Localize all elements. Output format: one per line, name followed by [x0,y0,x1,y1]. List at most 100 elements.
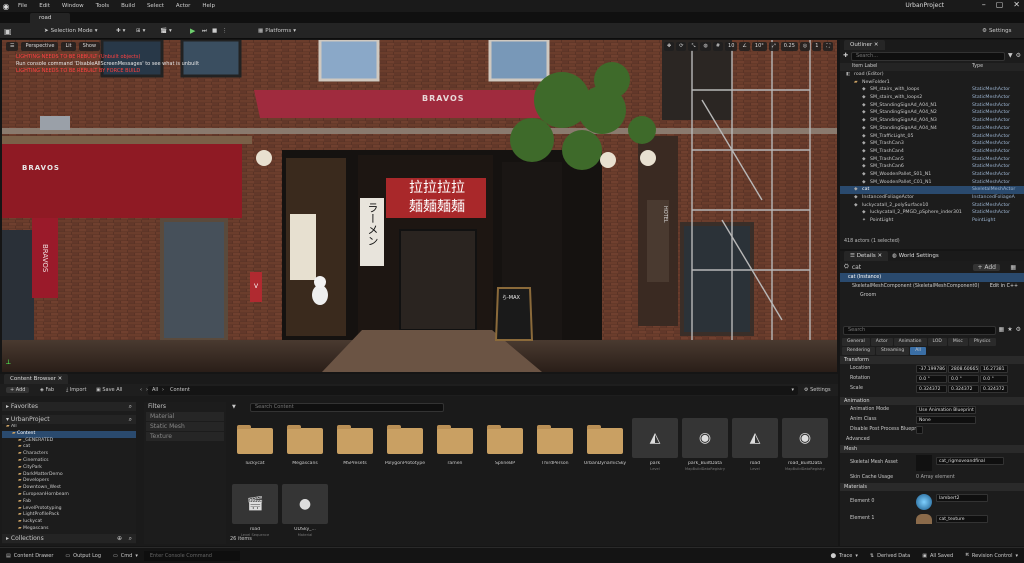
maximize-viewport-icon[interactable]: ⛶ [823,42,833,51]
play-options-icon[interactable]: ⋮ [222,26,228,36]
filter-tab-misc[interactable]: Misc [947,338,968,346]
star-icon[interactable]: ★ [1007,326,1012,335]
actor-name[interactable]: cat [852,264,861,271]
details-settings-icon[interactable]: ⚙ [1016,326,1021,335]
world-settings-tab[interactable]: ◍ World Settings [892,251,939,261]
search-icon[interactable]: ⌕ [129,402,132,411]
content-asset[interactable]: ◉ park_BuiltData MapBuildDataRegistry [682,418,728,471]
content-asset[interactable]: ◭ park Level [632,418,678,471]
groom-row[interactable]: Groom [840,291,1024,300]
scale-z[interactable]: 0.324372 [980,385,1008,393]
mesh-thumbnail[interactable] [916,455,932,471]
mesh-section[interactable]: Mesh [840,445,1024,453]
content-search[interactable]: Search Content [250,403,444,412]
material-sphere-thumbnail[interactable] [916,494,932,510]
minimize-icon[interactable]: – [982,0,986,9]
camera-speed-icon[interactable]: ◎ [799,42,811,51]
outliner-row[interactable]: ◆ SM_WoodenPallet_C01_N1 StaticMeshActor [840,179,1024,187]
grid-view-icon[interactable]: ▦ [999,326,1005,335]
save-all-button[interactable]: ▣ Save All [96,387,122,393]
import-button[interactable]: ⤓ Import [66,387,86,393]
rotation-z[interactable]: 0.0 ° [980,375,1008,383]
anim-class-dropdown[interactable]: None [916,416,976,424]
viewport-menu-icon[interactable]: ☰ [6,41,19,51]
lit-button[interactable]: Lit [61,41,76,51]
instance-row[interactable]: cat (Instance) [840,273,1024,282]
history-chevron-icon[interactable]: ▾ [791,387,794,393]
mode-selector[interactable]: ➤ Selection Mode ▾ [44,26,97,36]
derived-data-button[interactable]: ⇅ Derived Data [864,553,916,559]
content-folder[interactable]: PolygonPrototype [382,418,428,466]
menu-tools[interactable]: Tools [90,3,116,9]
step-icon[interactable]: ⏭ [202,26,207,36]
outliner-row[interactable]: ◆ SM_TrashCan3 StaticMeshActor [840,140,1024,148]
menu-actor[interactable]: Actor [170,3,196,9]
outliner-row[interactable]: ◆ InstancedFoliageActor InstancedFoliageA [840,194,1024,202]
content-asset[interactable]: ◉ road_BuiltData MapBuildDataRegistry [782,418,828,471]
column-type[interactable]: Type [972,63,983,71]
rotation-y[interactable]: 0.0 ° [948,375,979,383]
save-icon[interactable]: ▣ [4,26,12,36]
level-tab[interactable]: road [30,13,70,23]
project-header[interactable]: ▾ UrbanProject ⌕ [2,415,136,424]
filter-material[interactable]: Material [146,412,224,421]
filter-static-mesh[interactable]: Static Mesh [146,422,224,431]
tree-folder-item[interactable]: ▰ Megascans [2,526,136,533]
content-folder[interactable]: ramen [432,418,478,466]
content-drawer-button[interactable]: ▤ Content Drawer [0,553,59,559]
materials-section[interactable]: Materials [840,483,1024,491]
outliner-row[interactable]: ◆ SM_stairs_with_loops StaticMeshActor [840,86,1024,94]
output-log-button[interactable]: ▭ Output Log [59,553,107,559]
advanced-row[interactable]: Advanced [840,435,1024,445]
cinematics-icon[interactable]: 🎬︎ ▾ [160,26,172,36]
play-icon[interactable]: ▶ [190,26,195,36]
trace-button[interactable]: ⬤ Trace ▾ [825,553,864,559]
content-folder[interactable]: ThirdPerson [532,418,578,466]
world-icon[interactable]: ◍ [700,42,711,51]
scale-x[interactable]: 0.324372 [916,385,947,393]
transform-section[interactable]: Transform [840,356,1024,364]
outliner-settings-icon[interactable]: ⚙ [1016,52,1021,61]
outliner-row[interactable]: ◧ road (Editor) [840,71,1024,79]
filter-texture[interactable]: Texture [146,432,224,441]
content-settings-button[interactable]: ⚙ Settings [804,387,831,393]
content-asset[interactable]: ● UDSky_... Material [282,484,328,537]
cat-texture-thumbnail[interactable] [916,514,932,524]
settings-button[interactable]: ⚙ Settings [982,26,1012,36]
add-collection-icon[interactable]: ⊕ [117,534,122,543]
tree-folder-item[interactable]: ▰ All [2,424,136,431]
outliner-row[interactable]: ◆ SM_stairs_with_loops2 StaticMeshActor [840,94,1024,102]
outliner-row[interactable]: ◆ SM_WoodenPallet_S01_N1 StaticMeshActor [840,171,1024,179]
blueprint-add-icon[interactable]: ▦ [1010,264,1016,271]
platforms-button[interactable]: ▦ Platforms ▾ [258,26,296,36]
anim-mode-dropdown[interactable]: Use Animation Blueprint [916,406,976,414]
camera-speed-value[interactable]: 1 [812,42,822,51]
element0-dropdown[interactable]: lambert2 [936,494,988,502]
location-x[interactable]: -37.199786 [916,365,947,373]
tree-folder-item[interactable]: ▰ Cinematics [2,458,136,465]
edit-cpp-link[interactable]: Edit in C++ [990,282,1018,291]
filter-tab-streaming[interactable]: Streaming [875,347,910,355]
outliner-search[interactable]: Search... [851,52,1005,61]
content-folder[interactable]: UrbanDynamicSky [582,418,628,466]
tree-folder-item[interactable]: ▰ Fab [2,499,136,506]
all-saved-button[interactable]: ▣ All Saved [916,553,959,559]
angle-snap-value[interactable]: 10° [751,42,767,51]
tree-folder-item[interactable]: ▰ Characters [2,451,136,458]
tree-folder-item[interactable]: ▰ EuropeanHornbeam [2,492,136,499]
location-label[interactable]: Location [850,366,870,371]
close-icon[interactable]: ✕ [1013,0,1020,9]
component-row[interactable]: SkeletalMeshComponent (SkeletalMeshCompo… [840,282,1024,291]
outliner-row[interactable]: ◆ SM_TrashCan4 StaticMeshActor [840,148,1024,156]
filter-icon[interactable]: ▼ [232,404,236,410]
content-folder[interactable]: Megascans [282,418,328,466]
blueprint-icon[interactable]: ⊞ ▾ [136,26,145,36]
console-input[interactable]: Enter Console Command [143,550,240,561]
menu-window[interactable]: Window [56,3,90,9]
breadcrumb-content[interactable]: Content [170,387,190,393]
location-y[interactable]: 2808.60665 [948,365,979,373]
details-tab[interactable]: ☰ Details ✕ [844,251,889,261]
revision-control-button[interactable]: ⛕ Revision Control ▾ [959,552,1024,559]
outliner-row[interactable]: ◆ cat SkeletalMeshActor [840,186,1024,194]
add-component-button[interactable]: + Add [973,263,1000,271]
